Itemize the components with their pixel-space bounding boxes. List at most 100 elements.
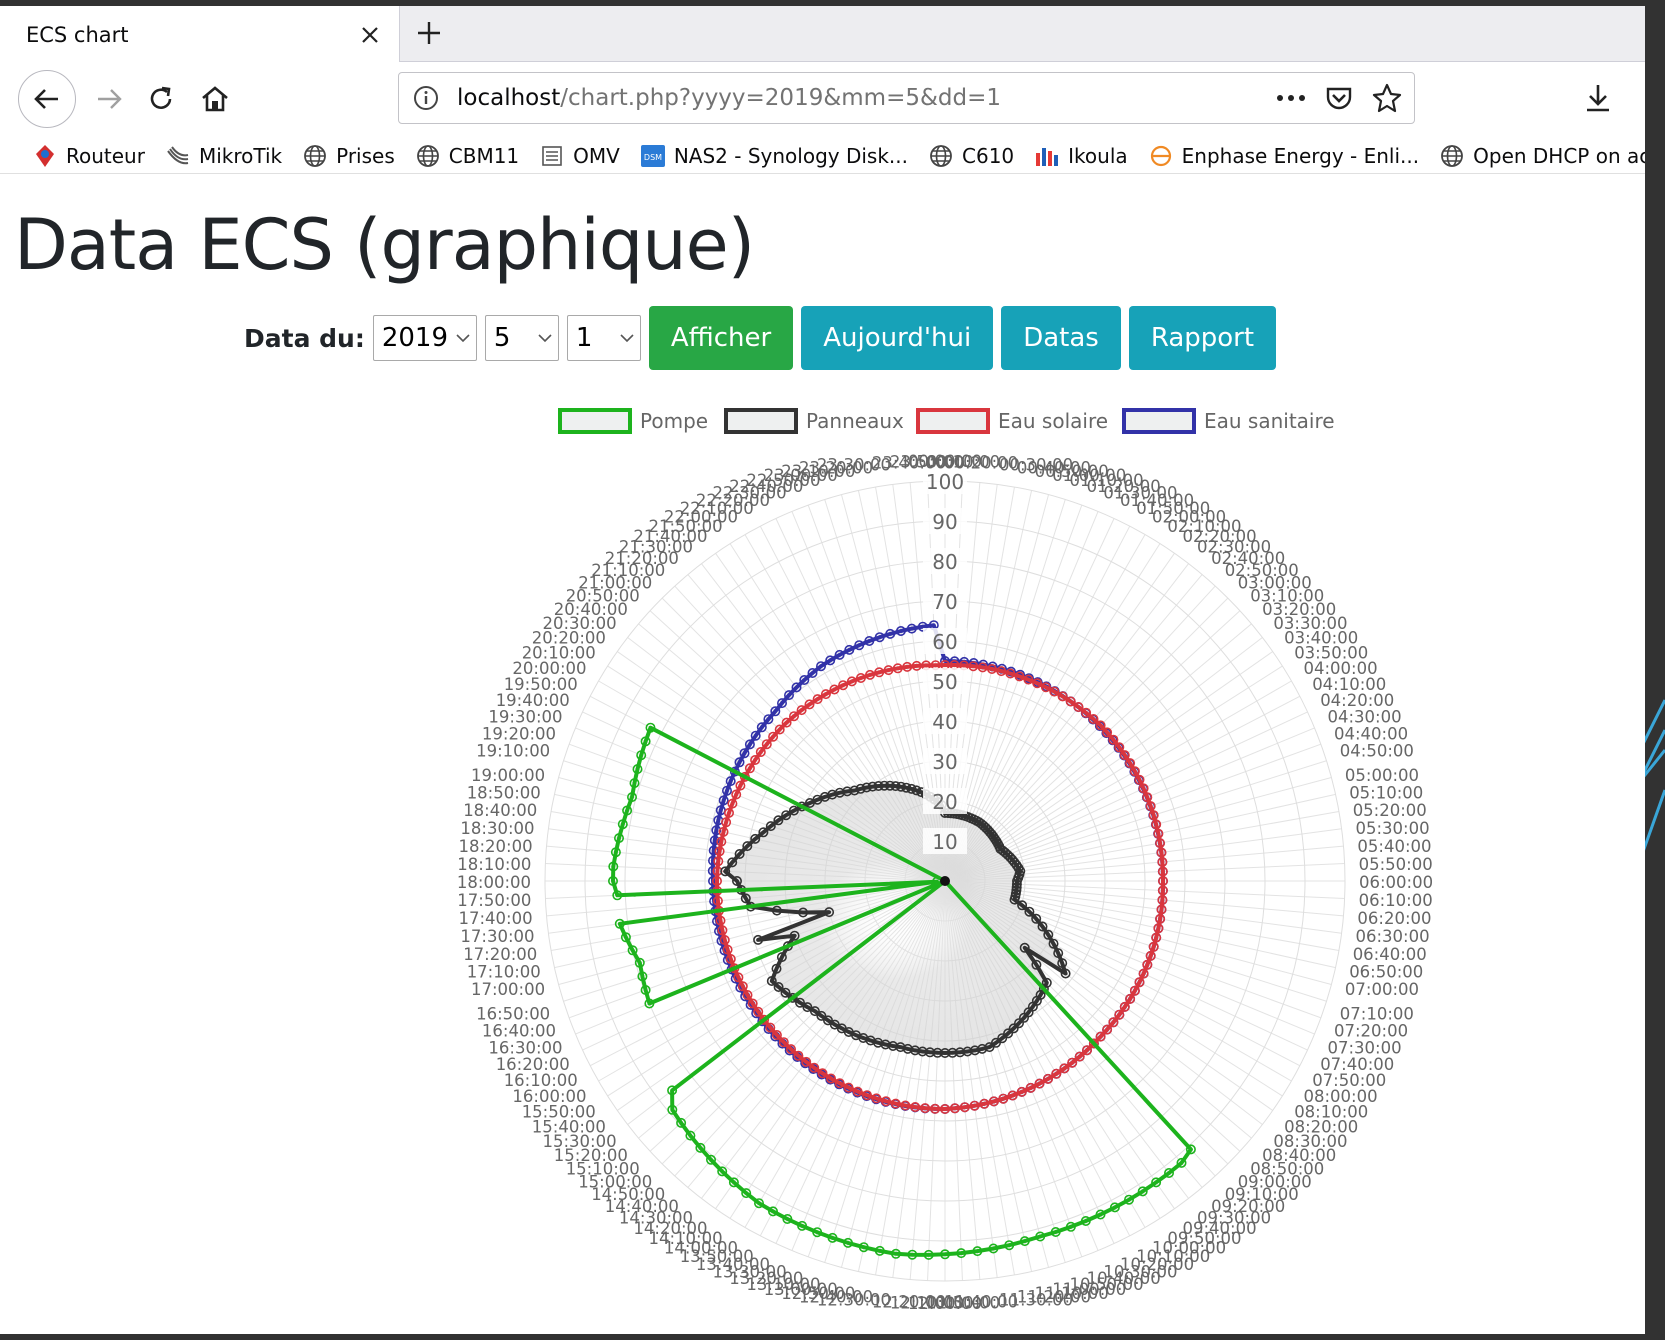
bookmark-item[interactable]: Open DHCP on acer-ym bbox=[1439, 143, 1645, 169]
bookmark-label: Ikoula bbox=[1068, 143, 1128, 168]
bookmark-item[interactable]: DSM NAS2 - Synology Disk... bbox=[640, 143, 908, 169]
time-label: 05:20:00 bbox=[1353, 801, 1427, 820]
bookmark-label: Open DHCP on acer-ym bbox=[1473, 143, 1645, 168]
chart-center-point bbox=[940, 876, 950, 886]
list-icon bbox=[539, 143, 565, 169]
downloads-button[interactable] bbox=[1576, 76, 1620, 120]
bookmark-label: Prises bbox=[336, 143, 395, 168]
time-label: 18:00:00 bbox=[457, 873, 531, 892]
site-info-icon[interactable] bbox=[413, 85, 439, 111]
r-tick-label: 30 bbox=[932, 750, 957, 774]
time-label: 19:10:00 bbox=[476, 742, 550, 761]
back-arrow-icon bbox=[34, 89, 58, 109]
bookmarks-toolbar: Routeur MikroTik Prises CBM11 OMV DSM NAS2 - S… bbox=[0, 138, 1645, 174]
time-label: 23:50:00 bbox=[890, 452, 964, 471]
radar-chart: 10203040506070809010000:00:0000:10:0000:… bbox=[457, 408, 1433, 1313]
time-label: 07:00:00 bbox=[1345, 980, 1419, 999]
tab-strip: ECS chart bbox=[0, 6, 1645, 63]
time-label: 17:00:00 bbox=[471, 980, 545, 999]
r-tick-label: 90 bbox=[932, 510, 957, 534]
url-actions bbox=[1274, 81, 1404, 115]
url-bar[interactable]: localhost/chart.php?yyyy=2019&mm=5&dd=1 bbox=[398, 72, 1415, 124]
globe-icon bbox=[1439, 143, 1465, 169]
r-tick-label: 100 bbox=[926, 470, 964, 494]
time-label: 17:50:00 bbox=[457, 891, 531, 910]
reload-button[interactable] bbox=[136, 74, 186, 124]
time-label: 17:30:00 bbox=[460, 927, 534, 946]
time-label: 16:10:00 bbox=[504, 1071, 578, 1090]
time-label: 17:10:00 bbox=[467, 963, 541, 982]
enphase-icon bbox=[1148, 143, 1174, 169]
url-text[interactable]: localhost/chart.php?yyyy=2019&mm=5&dd=1 bbox=[457, 85, 1001, 111]
time-label: 05:40:00 bbox=[1357, 837, 1431, 856]
time-label: 18:50:00 bbox=[467, 783, 541, 802]
home-icon bbox=[202, 86, 228, 112]
time-label: 06:00:00 bbox=[1359, 873, 1433, 892]
svg-text:DSM: DSM bbox=[644, 153, 662, 162]
time-label: 05:10:00 bbox=[1349, 783, 1423, 802]
forward-button[interactable] bbox=[84, 74, 134, 124]
bookmark-label: CBM11 bbox=[448, 143, 520, 168]
bookmark-label: OMV bbox=[573, 143, 620, 168]
time-label: 19:00:00 bbox=[471, 766, 545, 785]
legend-label: Eau solaire bbox=[998, 409, 1108, 433]
time-label: 18:10:00 bbox=[457, 855, 531, 874]
browser-window: ECS chart localhost/chart.php?yyyy=2019&… bbox=[0, 6, 1645, 1334]
r-tick-label: 60 bbox=[932, 630, 957, 654]
globe-icon bbox=[928, 143, 954, 169]
r-tick-label: 40 bbox=[932, 710, 957, 734]
legend-label: Pompe bbox=[640, 409, 708, 433]
r-tick-label: 10 bbox=[932, 830, 957, 854]
legend-swatch bbox=[916, 408, 990, 434]
legend-label: Eau sanitaire bbox=[1204, 409, 1335, 433]
time-label: 05:50:00 bbox=[1359, 855, 1433, 874]
bookmark-item[interactable]: Prises bbox=[302, 143, 395, 169]
legend-swatch bbox=[1122, 408, 1196, 434]
forward-arrow-icon bbox=[98, 89, 122, 109]
bookmark-star-icon[interactable] bbox=[1370, 81, 1404, 115]
time-label: 18:40:00 bbox=[463, 801, 537, 820]
time-label: 06:10:00 bbox=[1359, 891, 1433, 910]
dsm-icon: DSM bbox=[640, 143, 666, 169]
bookmark-item[interactable]: C610 bbox=[928, 143, 1014, 169]
time-label: 17:40:00 bbox=[458, 909, 532, 928]
r-tick-label: 80 bbox=[932, 550, 957, 574]
active-tab[interactable]: ECS chart bbox=[0, 6, 400, 63]
bookmark-item[interactable]: MikroTik bbox=[165, 143, 282, 169]
legend-label: Panneaux bbox=[806, 409, 904, 433]
ikoula-icon bbox=[1034, 143, 1060, 169]
r-tick-label: 50 bbox=[932, 670, 957, 694]
bookmark-item[interactable]: Ikoula bbox=[1034, 143, 1128, 169]
bookmark-label: Routeur bbox=[66, 143, 145, 168]
pocket-icon[interactable] bbox=[1322, 81, 1356, 115]
url-host: localhost bbox=[457, 85, 561, 111]
home-button[interactable] bbox=[190, 74, 240, 124]
reload-icon bbox=[150, 86, 172, 109]
time-label: 04:50:00 bbox=[1340, 742, 1414, 761]
globe-icon bbox=[415, 143, 441, 169]
bookmark-label: C610 bbox=[962, 143, 1015, 168]
page-actions-icon[interactable] bbox=[1274, 81, 1308, 115]
close-tab-icon[interactable] bbox=[355, 20, 385, 50]
time-label: 17:20:00 bbox=[463, 945, 537, 964]
time-label: 16:40:00 bbox=[482, 1022, 556, 1041]
time-label: 16:20:00 bbox=[496, 1055, 570, 1074]
bookmark-item[interactable]: CBM11 bbox=[415, 143, 519, 169]
bookmark-item[interactable]: Routeur bbox=[32, 143, 145, 169]
r-tick-label: 20 bbox=[932, 790, 957, 814]
bookmark-item[interactable]: Enphase Energy - Enli... bbox=[1148, 143, 1419, 169]
bookmark-item[interactable]: OMV bbox=[539, 143, 620, 169]
new-tab-icon[interactable] bbox=[410, 14, 448, 52]
time-label: 18:20:00 bbox=[458, 837, 532, 856]
tab-title: ECS chart bbox=[26, 22, 129, 47]
back-button[interactable] bbox=[18, 70, 76, 128]
bookmark-label: NAS2 - Synology Disk... bbox=[673, 143, 908, 168]
time-label: 16:30:00 bbox=[488, 1038, 562, 1057]
time-label: 16:50:00 bbox=[476, 1005, 550, 1024]
time-label: 06:40:00 bbox=[1353, 945, 1427, 964]
time-label: 19:30:00 bbox=[488, 708, 562, 727]
time-label: 06:30:00 bbox=[1356, 927, 1430, 946]
page-content: Data ECS (graphique) Data du: 2019 5 1 A… bbox=[0, 174, 1645, 1334]
r-tick-label: 70 bbox=[932, 590, 957, 614]
router-icon bbox=[32, 143, 58, 169]
